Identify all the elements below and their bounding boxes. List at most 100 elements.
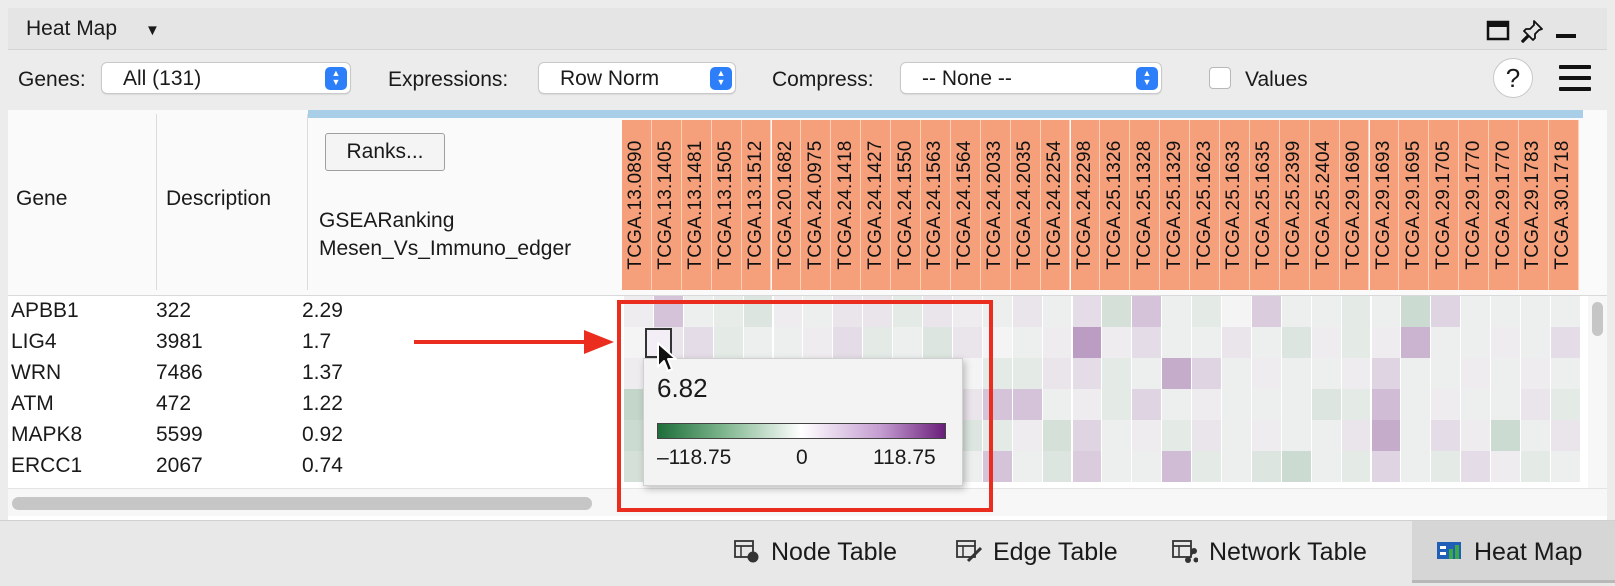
heat-cell[interactable] — [1102, 389, 1133, 421]
heat-cell[interactable] — [1102, 358, 1133, 390]
heat-cell[interactable] — [1132, 327, 1163, 359]
heat-cell[interactable] — [1162, 296, 1193, 328]
heat-cell[interactable] — [1281, 358, 1312, 390]
heat-cell[interactable] — [1461, 296, 1492, 328]
sample-column-header[interactable]: TCGA.25.1633 — [1220, 120, 1250, 290]
heat-cell[interactable] — [1072, 389, 1103, 421]
heat-cell[interactable] — [1251, 296, 1282, 328]
heat-cell[interactable] — [1012, 451, 1043, 483]
heat-cell[interactable] — [1521, 327, 1551, 359]
heat-cell[interactable] — [1550, 358, 1581, 390]
heat-cell[interactable] — [1431, 327, 1462, 359]
heat-cell[interactable] — [1132, 389, 1163, 421]
heat-cell[interactable] — [1102, 420, 1133, 452]
sample-column-header[interactable]: TCGA.24.2033 — [980, 120, 1011, 290]
tab-edge-table[interactable]: Edge Table — [956, 521, 1136, 583]
pin-icon[interactable] — [1520, 19, 1544, 43]
vertical-scrollbar[interactable] — [1588, 296, 1607, 488]
sample-column-header[interactable]: TCGA.29.1770 — [1489, 120, 1519, 290]
heat-cell[interactable] — [1521, 296, 1551, 328]
heat-cell[interactable] — [1341, 389, 1372, 421]
heat-cell[interactable] — [1251, 451, 1282, 483]
table-row[interactable]: ERCC1 2067 0.74 — [8, 451, 608, 483]
heat-cell[interactable] — [1311, 327, 1342, 359]
heat-cell[interactable] — [1102, 451, 1133, 483]
sample-column-header[interactable]: TCGA.30.1718 — [1548, 120, 1579, 290]
heat-cell[interactable] — [1341, 420, 1372, 452]
heat-cell[interactable] — [1222, 420, 1252, 452]
minimize-icon[interactable] — [1554, 19, 1578, 43]
heat-cell[interactable] — [1102, 327, 1133, 359]
sample-column-header[interactable]: TCGA.29.1783 — [1519, 120, 1549, 290]
heat-cell[interactable] — [1012, 420, 1043, 452]
maximize-icon[interactable] — [1486, 19, 1510, 43]
heat-cell[interactable] — [1521, 420, 1551, 452]
heat-cell[interactable] — [1162, 451, 1193, 483]
heat-cell[interactable] — [1461, 420, 1492, 452]
table-row[interactable]: ATM 472 1.22 — [8, 389, 608, 421]
heat-cell[interactable] — [1341, 451, 1372, 483]
heat-cell[interactable] — [1491, 296, 1521, 328]
sample-column-header[interactable]: TCGA.20.1682 — [771, 120, 802, 290]
heat-cell[interactable] — [1132, 451, 1163, 483]
heat-cell[interactable] — [1102, 296, 1133, 328]
heat-cell[interactable] — [1431, 358, 1462, 390]
sample-column-header[interactable]: TCGA.13.1505 — [711, 120, 742, 290]
compress-select[interactable]: -- None -- ▲ ▼ — [900, 62, 1162, 94]
sample-column-header[interactable]: TCGA.29.1695 — [1399, 120, 1430, 290]
heat-cell[interactable] — [1491, 420, 1521, 452]
panel-title[interactable]: Heat Map — [26, 17, 117, 41]
heat-cell[interactable] — [1521, 389, 1551, 421]
heat-cell[interactable] — [1042, 358, 1073, 390]
heat-cell[interactable] — [1491, 358, 1521, 390]
heat-cell[interactable] — [1281, 296, 1312, 328]
tab-node-table[interactable]: Node Table — [734, 521, 914, 583]
heat-cell[interactable] — [1281, 451, 1312, 483]
heat-cell[interactable] — [1192, 296, 1222, 328]
heat-cell[interactable] — [1132, 358, 1163, 390]
heat-cell[interactable] — [1401, 358, 1432, 390]
column-divider[interactable] — [156, 114, 157, 290]
heat-cell[interactable] — [1012, 358, 1043, 390]
heat-cell[interactable] — [1042, 451, 1073, 483]
rank-column-header[interactable]: GSEARanking Mesen_Vs_Immuno_edger — [319, 207, 571, 263]
heat-cell[interactable] — [1371, 420, 1402, 452]
sample-column-header[interactable]: TCGA.13.0890 — [622, 120, 652, 290]
sample-column-header[interactable]: TCGA.24.2254 — [1040, 120, 1071, 290]
heat-cell[interactable] — [1311, 296, 1342, 328]
heat-cell[interactable] — [1311, 358, 1342, 390]
genes-select[interactable]: All (131) ▲ ▼ — [101, 62, 351, 94]
sample-column-header[interactable]: TCGA.13.1405 — [651, 120, 682, 290]
sample-column-header[interactable]: TCGA.29.1770 — [1459, 120, 1490, 290]
heat-cell[interactable] — [1251, 358, 1282, 390]
heat-cell[interactable] — [1251, 327, 1282, 359]
heat-cell[interactable] — [1461, 358, 1492, 390]
heat-cell[interactable] — [1222, 389, 1252, 421]
heat-cell[interactable] — [1491, 389, 1521, 421]
heat-cell[interactable] — [1012, 389, 1043, 421]
heat-cell[interactable] — [1371, 389, 1402, 421]
panel-menu-caret-icon[interactable]: ▼ — [145, 22, 160, 39]
sample-column-header[interactable]: TCGA.24.2035 — [1010, 120, 1041, 290]
heat-cell[interactable] — [1550, 389, 1581, 421]
heat-cell[interactable] — [1072, 451, 1103, 483]
heat-cell[interactable] — [1550, 296, 1581, 328]
tab-heat-map[interactable]: Heat Map — [1412, 521, 1615, 583]
heat-cell[interactable] — [1222, 327, 1252, 359]
sample-column-header[interactable]: TCGA.25.1326 — [1100, 120, 1131, 290]
heat-cell[interactable] — [1132, 420, 1163, 452]
heat-cell[interactable] — [1042, 420, 1073, 452]
heat-cell[interactable] — [1192, 420, 1222, 452]
heat-cell[interactable] — [1341, 358, 1372, 390]
sample-column-header[interactable]: TCGA.25.2399 — [1279, 120, 1310, 290]
heat-cell[interactable] — [1550, 451, 1581, 483]
heat-cell[interactable] — [1371, 327, 1402, 359]
heat-cell[interactable] — [1521, 451, 1551, 483]
heat-cell[interactable] — [1192, 451, 1222, 483]
sample-column-header[interactable]: TCGA.29.1690 — [1339, 120, 1370, 290]
column-divider[interactable] — [307, 114, 308, 290]
description-column-header[interactable]: Description — [166, 187, 271, 211]
heat-cell[interactable] — [1550, 420, 1581, 452]
sample-column-header[interactable]: TCGA.25.1623 — [1190, 120, 1220, 290]
heat-cell[interactable] — [1461, 389, 1492, 421]
